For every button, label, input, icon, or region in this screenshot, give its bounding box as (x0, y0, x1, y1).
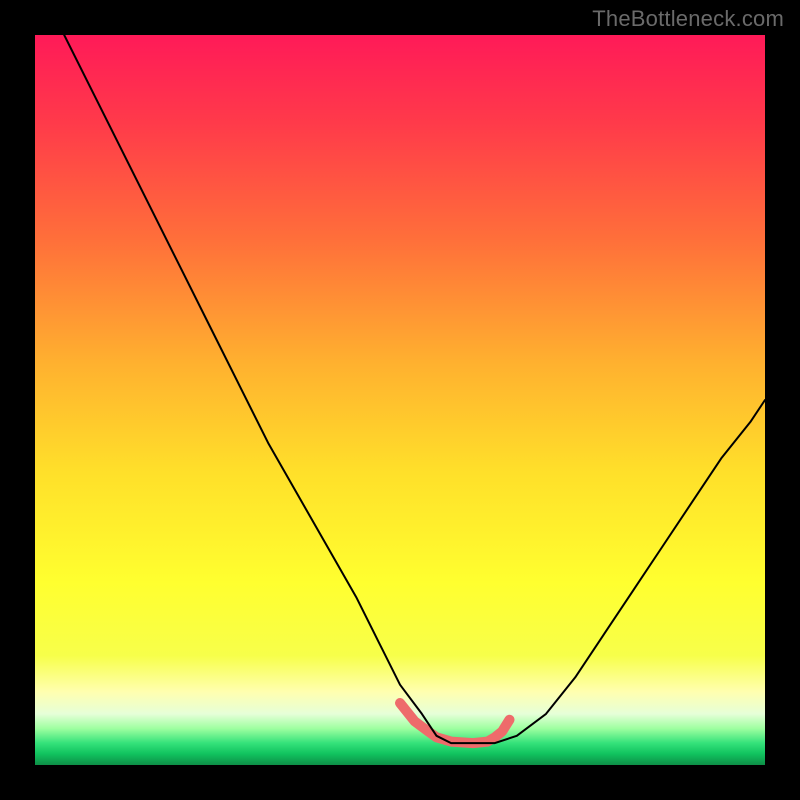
sweet-spot-marker-path (400, 703, 510, 743)
bottleneck-curve-path (64, 35, 765, 743)
curve-overlay (35, 35, 765, 765)
chart-frame: TheBottleneck.com (0, 0, 800, 800)
watermark-text: TheBottleneck.com (592, 6, 784, 32)
plot-area (35, 35, 765, 765)
